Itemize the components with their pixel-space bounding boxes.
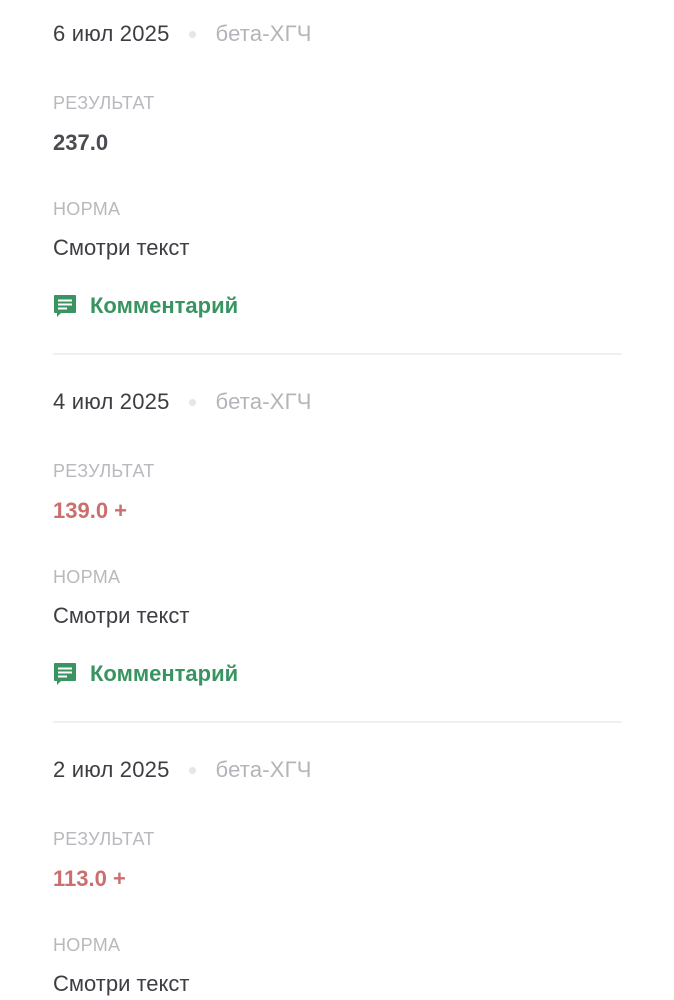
result-value: 113.0 + [53, 866, 126, 891]
result-value: 139.0 + [53, 498, 128, 523]
entry-header: 4 июл 2025 бета-ХГЧ [53, 387, 312, 417]
result-label: РЕЗУЛЬТАТ [53, 93, 155, 113]
norm-value: Смотри текст [53, 603, 190, 628]
norm-label: НОРМА [53, 199, 121, 219]
separator-dot [188, 398, 196, 406]
comment-icon [54, 295, 76, 317]
entry-date: 6 июл 2025 [53, 21, 170, 46]
norm-label: НОРМА [53, 567, 121, 587]
result-value: 237.0 [53, 130, 109, 155]
result-label: РЕЗУЛЬТАТ [53, 829, 155, 849]
divider [53, 353, 622, 355]
comment-icon [54, 663, 76, 685]
norm-value: Смотри текст [53, 235, 190, 260]
norm-label: НОРМА [53, 935, 121, 955]
separator-dot [188, 30, 196, 38]
entry-date: 2 июл 2025 [53, 757, 170, 782]
comment-button[interactable]: Комментарий [53, 661, 238, 687]
norm-value: Смотри текст [53, 971, 190, 996]
result-label: РЕЗУЛЬТАТ [53, 461, 155, 481]
entry-header: 6 июл 2025 бета-ХГЧ [53, 19, 312, 49]
separator-dot [188, 766, 196, 774]
comment-label: Комментарий [90, 661, 239, 686]
test-name: бета-ХГЧ [215, 757, 312, 782]
divider [53, 721, 622, 723]
entry-header: 2 июл 2025 бета-ХГЧ [53, 755, 312, 785]
entry-date: 4 июл 2025 [53, 389, 170, 414]
comment-button[interactable]: Комментарий [53, 293, 238, 319]
test-name: бета-ХГЧ [215, 389, 312, 414]
test-name: бета-ХГЧ [215, 21, 312, 46]
comment-label: Комментарий [90, 293, 239, 318]
